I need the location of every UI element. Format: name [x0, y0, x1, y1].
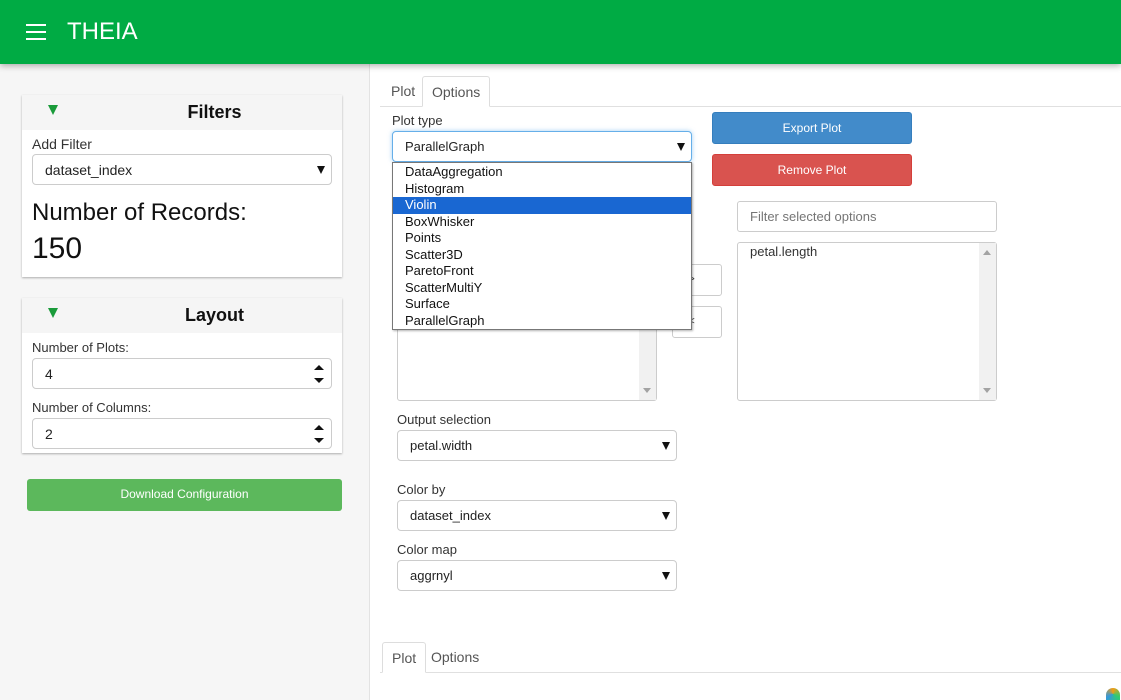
- dropdown-option[interactable]: DataAggregation: [393, 164, 691, 181]
- plots-stepper[interactable]: 4: [32, 358, 332, 389]
- dropdown-option[interactable]: ParallelGraph: [393, 313, 691, 330]
- output-selection-value: petal.width: [410, 438, 473, 453]
- chevron-down-icon: [677, 143, 685, 151]
- chevron-down-icon: [662, 572, 670, 580]
- dropdown-option[interactable]: Scatter3D: [393, 247, 691, 264]
- dropdown-option[interactable]: BoxWhisker: [393, 214, 691, 231]
- tab-divider: [380, 106, 1121, 107]
- layout-card-header[interactable]: Layout: [22, 298, 342, 333]
- filters-card: Filters Add Filter dataset_index Number …: [22, 95, 342, 277]
- bottom-tab-plot[interactable]: Plot: [382, 642, 427, 673]
- columns-value: 2: [45, 426, 53, 442]
- chevron-down-icon: [662, 512, 670, 520]
- output-selection-select[interactable]: petal.width: [397, 430, 677, 461]
- app-title: THEIA: [67, 18, 138, 45]
- output-selection-label: Output selection: [397, 412, 491, 427]
- color-by-label: Color by: [397, 482, 446, 497]
- plot-type-label: Plot type: [392, 113, 443, 128]
- bottom-tab-options[interactable]: Options: [422, 642, 488, 673]
- dropdown-option[interactable]: Violin: [393, 197, 691, 214]
- filters-card-header[interactable]: Filters: [22, 95, 342, 130]
- dropdown-option[interactable]: Surface: [393, 296, 691, 313]
- color-map-label: Color map: [397, 542, 457, 557]
- plots-label: Number of Plots:: [32, 340, 129, 355]
- app-header: THEIA: [0, 0, 1121, 64]
- plotly-logo-icon: [1106, 688, 1120, 700]
- hamburger-icon[interactable]: [26, 24, 46, 40]
- plots-value: 4: [45, 366, 53, 382]
- columns-stepper[interactable]: 2: [32, 418, 332, 449]
- color-by-value: dataset_index: [410, 508, 491, 523]
- plot-type-dropdown: DataAggregation Histogram Violin BoxWhisker…: [392, 162, 692, 330]
- dropdown-option[interactable]: Histogram: [393, 181, 691, 198]
- sidebar: Filters Add Filter dataset_index Number …: [0, 64, 370, 700]
- records-label: Number of Records:: [32, 199, 247, 226]
- stepper-up-icon[interactable]: [314, 425, 324, 430]
- remove-plot-button[interactable]: Remove Plot: [712, 154, 912, 186]
- export-plot-button[interactable]: Export Plot: [712, 112, 912, 144]
- dropdown-option[interactable]: ParetoFront: [393, 263, 691, 280]
- scrollbar[interactable]: [979, 243, 996, 400]
- download-configuration-button[interactable]: Download Configuration: [27, 479, 342, 511]
- filters-title: Filters: [187, 102, 242, 122]
- layout-card: Layout Number of Plots: 4 Number of Colu…: [22, 298, 342, 453]
- dropdown-option[interactable]: Points: [393, 230, 691, 247]
- tab-plot[interactable]: Plot: [382, 76, 424, 107]
- columns-label: Number of Columns:: [32, 400, 152, 415]
- tab-divider: [380, 672, 1121, 673]
- stepper-down-icon[interactable]: [314, 438, 324, 443]
- chevron-down-icon: [662, 442, 670, 450]
- stepper-down-icon[interactable]: [314, 378, 324, 383]
- add-filter-label: Add Filter: [32, 136, 92, 152]
- dropdown-option[interactable]: ScatterMultiY: [393, 280, 691, 297]
- records-value: 150: [32, 232, 83, 265]
- chevron-down-icon: [317, 166, 325, 174]
- tab-options[interactable]: Options: [422, 76, 491, 107]
- layout-title: Layout: [184, 305, 244, 325]
- plot-type-select[interactable]: ParallelGraph: [392, 131, 692, 162]
- filter-selected-input[interactable]: [737, 201, 997, 232]
- add-filter-select[interactable]: dataset_index: [32, 154, 332, 185]
- add-filter-value: dataset_index: [45, 162, 133, 178]
- color-by-select[interactable]: dataset_index: [397, 500, 677, 531]
- color-map-select[interactable]: aggrnyl: [397, 560, 677, 591]
- list-item[interactable]: petal.length: [750, 244, 984, 259]
- stepper-up-icon[interactable]: [314, 365, 324, 370]
- plot-type-value: ParallelGraph: [405, 139, 485, 154]
- color-map-value: aggrnyl: [410, 568, 453, 583]
- selected-options-list[interactable]: petal.length: [737, 242, 997, 401]
